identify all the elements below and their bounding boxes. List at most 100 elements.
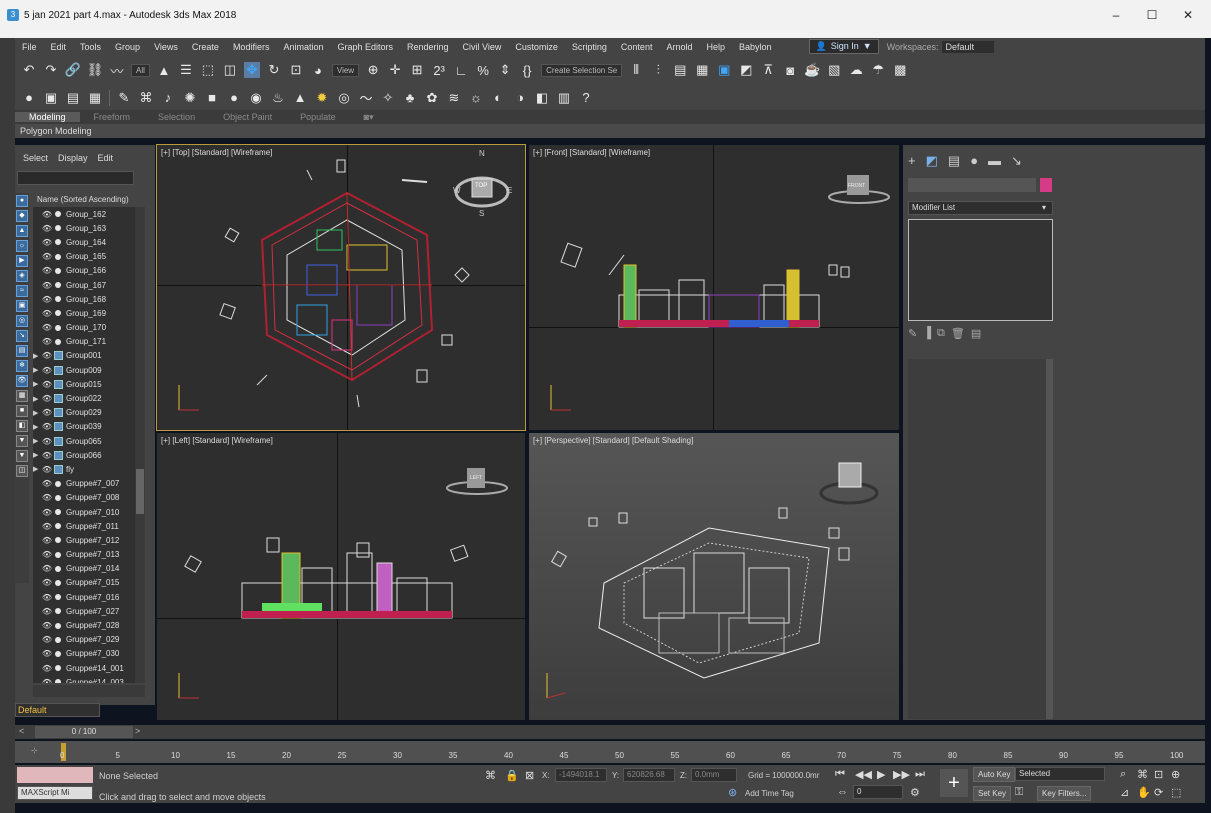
viewport-front[interactable]: [+] [Front] [Standard] [Wireframe] FRONT	[529, 145, 899, 430]
named-selection-dropdown[interactable]: Create Selection Se	[541, 63, 623, 77]
menu-help[interactable]: Help	[699, 42, 732, 52]
object-name-field[interactable]	[908, 178, 1036, 192]
filter-groups-icon[interactable]: ▣	[16, 300, 28, 312]
absolute-mode-icon[interactable]: ⊠	[525, 769, 534, 782]
visibility-eye-icon[interactable]: 👁	[41, 252, 53, 261]
image-icon[interactable]: ▣	[43, 90, 59, 106]
track-bar[interactable]: ⊹ 0 5 10 15 20 25 30 35 40 45 50 55 60 65 70 75 80 85 90 95…	[15, 741, 1205, 763]
menu-customize[interactable]: Customize	[508, 42, 565, 52]
schematic-view-icon[interactable]: ⊼	[760, 62, 776, 78]
scene-item[interactable]: ▶ 👁 Group009	[33, 363, 145, 377]
tab-populate[interactable]: Populate	[286, 112, 350, 122]
visibility-eye-icon[interactable]: 👁	[41, 508, 53, 517]
filter-helpers-icon[interactable]: ◈	[16, 270, 28, 282]
field-of-view-icon[interactable]: ⊿	[1120, 786, 1129, 799]
render-frame-icon[interactable]: ◧	[534, 90, 550, 106]
scene-item[interactable]: 👁 Gruppe#7_010	[33, 505, 145, 519]
particle-icon[interactable]: ✺	[182, 90, 198, 106]
track-bar-icon[interactable]: ⊹	[31, 746, 38, 755]
set-key-big-icon[interactable]: +	[940, 769, 968, 797]
menu-create[interactable]: Create	[185, 42, 226, 52]
pin-stack-icon[interactable]: ✎	[908, 327, 917, 340]
angle-snap-icon[interactable]: ∟	[453, 62, 469, 78]
edit-named-selection-icon[interactable]: {}	[519, 62, 535, 78]
menu-group[interactable]: Group	[108, 42, 147, 52]
scene-item[interactable]: 👁 Group_168	[33, 292, 145, 306]
expand-arrow-icon[interactable]: ▶	[33, 409, 41, 417]
scene-item[interactable]: ▶ 👁 Group029	[33, 406, 145, 420]
funnel-icon[interactable]: ▼	[16, 435, 28, 447]
menu-civil-view[interactable]: Civil View	[456, 42, 509, 52]
make-unique-icon[interactable]: ⧉	[937, 327, 945, 340]
tab-object-paint[interactable]: Object Paint	[209, 112, 286, 122]
visibility-eye-icon[interactable]: 👁	[41, 451, 53, 460]
time-tag-icon[interactable]: ⊛	[728, 786, 737, 799]
scene-item[interactable]: ▶ 👁 fly	[33, 462, 145, 476]
configure-modifier-sets-icon[interactable]: ▤	[971, 327, 981, 340]
render-sphere-icon[interactable]: ◐	[490, 90, 506, 106]
menu-edit[interactable]: Edit	[44, 42, 74, 52]
ribbon-options-icon[interactable]: ◙▾	[350, 112, 388, 123]
rotate-icon[interactable]: ↻	[266, 62, 282, 78]
selection-filter-dropdown[interactable]: All	[131, 63, 150, 77]
visibility-eye-icon[interactable]: 👁	[41, 408, 53, 417]
window-crossing-icon[interactable]: ◫	[222, 62, 238, 78]
cylinder-icon[interactable]: ◉	[248, 90, 264, 106]
cloth-icon[interactable]: ≋	[446, 90, 462, 106]
scene-item[interactable]: ▶ 👁 Group065	[33, 434, 145, 448]
sphere-icon[interactable]: ●	[226, 90, 242, 106]
box-icon[interactable]: ■	[204, 90, 220, 106]
set-key-button[interactable]: Set Key	[973, 786, 1012, 801]
scene-item[interactable]: ▶ 👁 Group001	[33, 349, 145, 363]
scene-item[interactable]: 👁 Gruppe#7_007	[33, 477, 145, 491]
visibility-eye-icon[interactable]: 👁	[41, 295, 53, 304]
visibility-eye-icon[interactable]: 👁	[41, 678, 53, 683]
x-coordinate-field[interactable]: -1494018.1	[555, 768, 607, 782]
time-config-icon[interactable]: ⚙	[910, 786, 920, 799]
visibility-eye-icon[interactable]: 👁	[41, 536, 53, 545]
menu-babylon[interactable]: Babylon	[732, 42, 779, 52]
filter-containers-icon[interactable]: ▤	[16, 345, 28, 357]
show-end-result-icon[interactable]: ▐	[923, 327, 931, 340]
sign-in-button[interactable]: 👤 Sign In ▼	[808, 39, 879, 54]
menu-graph-editors[interactable]: Graph Editors	[330, 42, 400, 52]
lock-selection-icon[interactable]: 🔒	[505, 769, 519, 782]
y-coordinate-field[interactable]: 620826.68	[623, 768, 675, 782]
redo-icon[interactable]: ↷	[43, 62, 59, 78]
menu-file[interactable]: File	[15, 42, 44, 52]
visibility-eye-icon[interactable]: 👁	[41, 323, 53, 332]
scene-item[interactable]: 👁 Gruppe#7_027	[33, 604, 145, 618]
visibility-eye-icon[interactable]: 👁	[41, 224, 53, 233]
manipulate-icon[interactable]: ✛	[387, 62, 403, 78]
filter-toggle-icon[interactable]: ▼	[16, 450, 28, 462]
previous-key-icon[interactable]: ◀◀	[855, 768, 872, 781]
zoom-extents-all-icon[interactable]: ⊕	[1171, 768, 1180, 781]
go-to-end-icon[interactable]: ⏭	[915, 768, 925, 781]
undo-icon[interactable]: ↶	[21, 62, 37, 78]
hierarchy-tab-icon[interactable]: ▤	[948, 153, 960, 169]
render-cloud-icon[interactable]: ▩	[892, 62, 908, 78]
visibility-eye-icon[interactable]: 👁	[41, 664, 53, 673]
visibility-eye-icon[interactable]: 👁	[41, 238, 53, 247]
visibility-eye-icon[interactable]: 👁	[41, 337, 53, 346]
container-icon[interactable]: ◫	[16, 465, 28, 477]
visibility-eye-icon[interactable]: 👁	[41, 578, 53, 587]
visibility-eye-icon[interactable]: 👁	[41, 564, 53, 573]
pivot-icon[interactable]: ⊕	[365, 62, 381, 78]
material-editor-icon[interactable]: ◙	[782, 62, 798, 78]
key-mode-icon[interactable]: ⇔	[837, 786, 848, 798]
select-by-name-icon[interactable]: ☰	[178, 62, 194, 78]
current-frame-field[interactable]: 0	[853, 785, 903, 799]
filter-geometry-icon[interactable]: ◆	[16, 210, 28, 222]
scrollbar-thumb[interactable]	[136, 469, 144, 514]
visibility-eye-icon[interactable]: 👁	[41, 593, 53, 602]
scene-item[interactable]: ▶ 👁 Group039	[33, 420, 145, 434]
scene-tree-hscrollbar[interactable]	[33, 685, 145, 697]
auto-key-button[interactable]: Auto Key	[973, 767, 1016, 782]
cone-icon[interactable]: ▲	[292, 90, 308, 106]
visibility-eye-icon[interactable]: 👁	[41, 422, 53, 431]
link-icon[interactable]: 🔗	[65, 62, 81, 78]
time-slider-thumb[interactable]: 0 / 100	[35, 726, 133, 738]
render-setup-icon[interactable]: ☕	[804, 62, 820, 78]
scene-item[interactable]: 👁 Gruppe#7_011	[33, 519, 145, 533]
